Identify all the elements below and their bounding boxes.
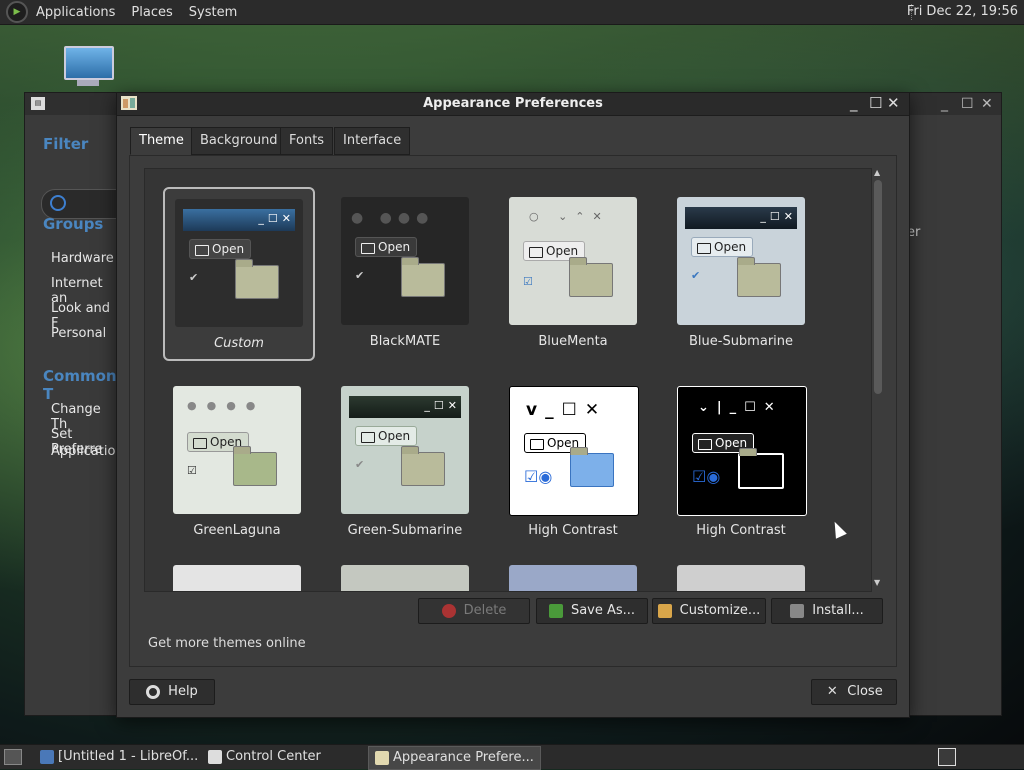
delete-icon bbox=[441, 603, 456, 618]
menu-applications[interactable]: Applications bbox=[28, 5, 123, 20]
scroll-thumb[interactable] bbox=[874, 180, 882, 394]
close-icon[interactable]: ✕ bbox=[887, 94, 900, 112]
help-button[interactable]: Help bbox=[129, 679, 215, 705]
close-icon[interactable]: ✕ bbox=[981, 96, 993, 112]
theme-item[interactable]: v_☐✕ Open ☑◉ High Contrast bbox=[499, 376, 647, 546]
folder-icon bbox=[570, 447, 614, 487]
tab-background[interactable]: Background bbox=[191, 127, 287, 155]
close-icon: ✕ bbox=[826, 683, 838, 699]
theme-tab-panel: _☐✕ Open ✔ Custom ● ●●● Open ✔ BlackMATE bbox=[129, 155, 897, 667]
theme-thumbnail-partial[interactable] bbox=[509, 565, 637, 591]
menu-system[interactable]: System bbox=[181, 5, 245, 20]
help-icon bbox=[146, 684, 161, 699]
theme-label: High Contrast bbox=[528, 523, 618, 538]
theme-thumbnail-partial[interactable] bbox=[341, 565, 469, 591]
workspace-switcher[interactable] bbox=[938, 748, 956, 766]
scroll-down-icon[interactable]: ▼ bbox=[874, 578, 880, 587]
tab-interface[interactable]: Interface bbox=[334, 127, 411, 155]
theme-item[interactable]: ⌄|_☐✕ Open ☑◉ High Contrast bbox=[667, 376, 815, 546]
folder-icon bbox=[233, 446, 277, 486]
group-hardware[interactable]: Hardware bbox=[51, 251, 114, 266]
common-tasks-heading: Common T bbox=[43, 367, 117, 403]
theme-thumbnail: _☐✕ Open ✔ bbox=[175, 199, 303, 327]
theme-label: GreenLaguna bbox=[193, 523, 281, 538]
task-applications[interactable]: Application bbox=[51, 444, 124, 459]
task-libreoffice[interactable]: [Untitled 1 - LibreOf... bbox=[34, 746, 204, 768]
dialog-titlebar[interactable]: Appearance Preferences _ ☐ ✕ bbox=[117, 93, 909, 116]
control-center-app-icon: ▤ bbox=[31, 97, 45, 110]
maximize-icon[interactable]: ☐ bbox=[869, 94, 882, 112]
save-as-button[interactable]: Save As... bbox=[536, 598, 648, 624]
customize-button[interactable]: Customize... bbox=[652, 598, 766, 624]
control-center-icon bbox=[208, 750, 222, 764]
computer-desktop-icon[interactable] bbox=[64, 46, 114, 86]
clock[interactable]: Fri Dec 22, 19:56 bbox=[907, 4, 1018, 19]
tab-theme[interactable]: Theme bbox=[130, 127, 193, 155]
theme-label: High Contrast bbox=[696, 523, 786, 538]
theme-item[interactable]: ●●●● Open ☑ GreenLaguna bbox=[163, 376, 311, 546]
theme-item[interactable]: _☐✕ Open ✔ Blue-Submarine bbox=[667, 187, 815, 357]
appearance-preferences-dialog: Appearance Preferences _ ☐ ✕ Theme Backg… bbox=[116, 92, 910, 718]
groups-heading: Groups bbox=[43, 215, 104, 233]
tab-fonts[interactable]: Fonts bbox=[280, 127, 334, 155]
theme-label: Custom bbox=[214, 336, 264, 351]
close-button[interactable]: ✕ Close bbox=[811, 679, 897, 705]
folder-icon bbox=[738, 448, 784, 489]
appearance-icon bbox=[375, 751, 389, 765]
dialog-title: Appearance Preferences bbox=[423, 96, 603, 111]
folder-icon bbox=[401, 446, 445, 486]
theme-thumbnail: ○ ⌄⌃✕ Open ☑ bbox=[509, 197, 637, 325]
top-panel: ▶ Applications Places System Fri Dec 22,… bbox=[0, 0, 1024, 25]
tab-bar: Theme Background Fonts Interface bbox=[129, 127, 897, 155]
theme-grid-scrollbar[interactable]: ▲ ▼ bbox=[872, 168, 884, 590]
theme-grid[interactable]: _☐✕ Open ✔ Custom ● ●●● Open ✔ BlackMATE bbox=[144, 168, 872, 592]
scroll-up-icon[interactable]: ▲ bbox=[874, 168, 880, 177]
menu-places[interactable]: Places bbox=[123, 5, 180, 20]
mate-logo-icon[interactable]: ▶ bbox=[6, 1, 28, 23]
search-icon bbox=[50, 195, 66, 211]
task-appearance-preferences[interactable]: Appearance Prefere... bbox=[368, 746, 541, 770]
minimize-icon[interactable]: _ bbox=[941, 96, 948, 112]
install-button[interactable]: Install... bbox=[771, 598, 883, 624]
theme-thumbnail: v_☐✕ Open ☑◉ bbox=[509, 386, 639, 516]
theme-label: BlueMenta bbox=[538, 334, 608, 349]
folder-icon bbox=[401, 257, 445, 297]
folder-icon bbox=[569, 257, 613, 297]
theme-item[interactable]: _☐✕ Open ✔ Custom bbox=[163, 187, 315, 361]
filter-heading: Filter bbox=[43, 135, 89, 153]
theme-thumbnail-partial[interactable] bbox=[677, 565, 805, 591]
theme-item[interactable]: ● ●●● Open ✔ BlackMATE bbox=[331, 187, 479, 357]
customize-icon bbox=[657, 603, 672, 618]
theme-thumbnail: ●●●● Open ☑ bbox=[173, 386, 301, 514]
group-personal[interactable]: Personal bbox=[51, 326, 106, 341]
theme-thumbnail: _☐✕ Open ✔ bbox=[677, 197, 805, 325]
theme-thumbnail-partial[interactable] bbox=[173, 565, 301, 591]
theme-label: Blue-Submarine bbox=[688, 334, 794, 349]
taskbar: [Untitled 1 - LibreOf... Control Center … bbox=[0, 744, 1024, 770]
maximize-icon[interactable]: ☐ bbox=[961, 96, 974, 112]
install-icon bbox=[790, 603, 805, 618]
libreoffice-icon bbox=[40, 750, 54, 764]
delete-button[interactable]: Delete bbox=[418, 598, 530, 624]
folder-icon bbox=[235, 259, 279, 299]
theme-label: BlackMATE bbox=[369, 334, 441, 349]
save-icon bbox=[548, 603, 563, 618]
theme-thumbnail: ⌄|_☐✕ Open ☑◉ bbox=[677, 386, 807, 516]
get-more-themes-link[interactable]: Get more themes online bbox=[148, 636, 306, 651]
control-center-sidebar: Filter Groups Hardware Internet an Look … bbox=[25, 115, 124, 715]
minimize-icon[interactable]: _ bbox=[850, 94, 858, 112]
folder-icon bbox=[737, 257, 781, 297]
show-desktop-icon[interactable] bbox=[4, 749, 22, 765]
theme-thumbnail: ● ●●● Open ✔ bbox=[341, 197, 469, 325]
theme-label: Green-Submarine bbox=[347, 523, 463, 538]
theme-item[interactable]: _☐✕ Open ✔ Green-Submarine bbox=[331, 376, 479, 546]
theme-thumbnail: _☐✕ Open ✔ bbox=[341, 386, 469, 514]
theme-item[interactable]: ○ ⌄⌃✕ Open ☑ BlueMenta bbox=[499, 187, 647, 357]
task-control-center[interactable]: Control Center bbox=[202, 746, 327, 768]
